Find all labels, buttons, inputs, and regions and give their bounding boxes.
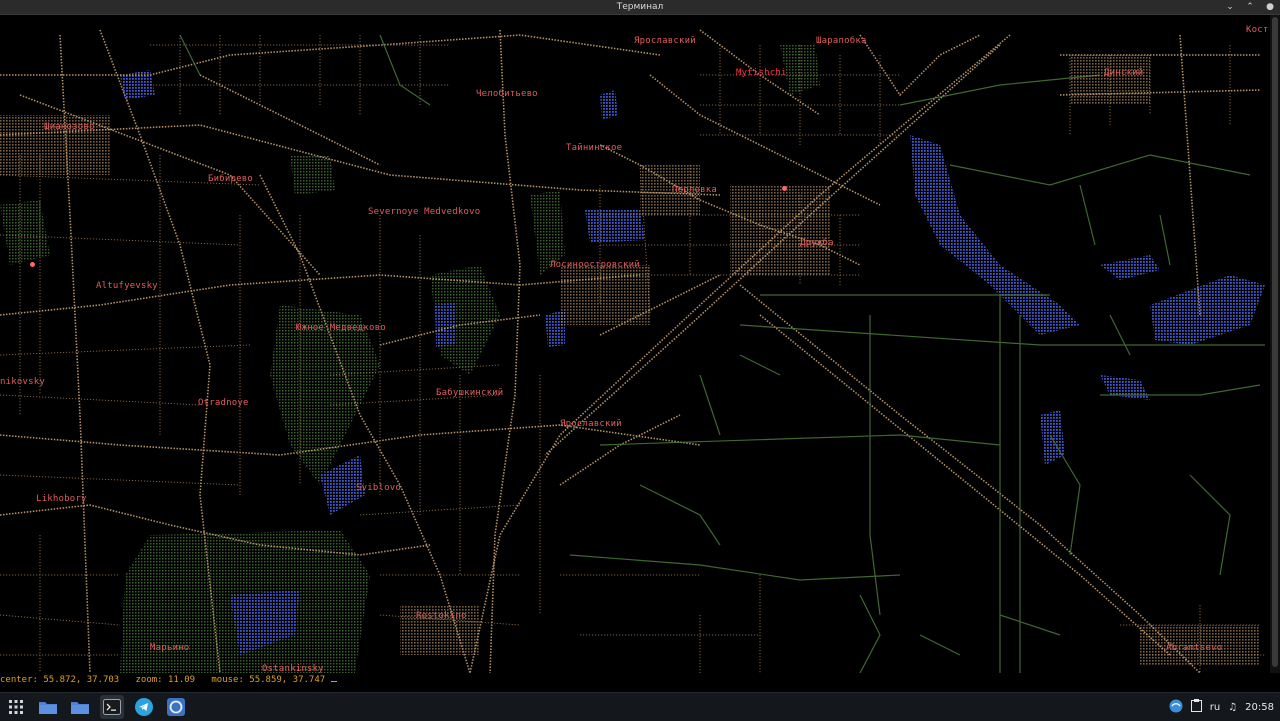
terminal-map-view[interactable] — [0, 15, 1270, 673]
browser-icon[interactable] — [164, 695, 188, 719]
place-label: Sviblovo — [356, 483, 401, 493]
place-label: Ostankinsky — [262, 664, 324, 674]
mouse-label: mouse: — [211, 675, 244, 685]
minimize-button[interactable]: ⌄ — [1224, 0, 1236, 14]
taskbar: ru ♫ 20:58 — [0, 692, 1280, 721]
folder-icon[interactable] — [36, 695, 60, 719]
place-label: Марьино — [150, 643, 190, 653]
place-label: Rostokino — [416, 611, 467, 621]
place-label: nikovsky — [0, 377, 45, 387]
place-label: Abramtsevo — [1166, 643, 1223, 653]
place-label: Динский — [1104, 68, 1144, 78]
scrollbar-thumb[interactable] — [1272, 17, 1278, 667]
language-indicator[interactable]: ru — [1210, 702, 1220, 713]
window-controls: ⌄ ⌃ ● — [1224, 0, 1276, 14]
place-label: Шарапобка — [816, 36, 867, 46]
zoom-label: zoom: — [135, 675, 163, 685]
place-label: Шианозово — [44, 122, 95, 132]
maximize-button[interactable]: ⌃ — [1244, 0, 1256, 14]
center-label: center: — [0, 675, 38, 685]
folder-icon[interactable] — [68, 695, 92, 719]
park-areas — [0, 43, 820, 673]
place-label: Бабушкинский — [436, 388, 504, 398]
terminal-scrollbar[interactable] — [1270, 15, 1280, 673]
place-label: Лосиноостровский — [550, 260, 640, 270]
place-label: Перловка — [672, 185, 717, 195]
place-label: Likhobory — [36, 494, 87, 504]
terminal-icon[interactable] — [100, 695, 124, 719]
telegram-icon[interactable] — [132, 695, 156, 719]
location-marker — [30, 262, 35, 267]
taskbar-apps — [4, 695, 188, 719]
window-titlebar: Терминал ⌄ ⌃ ● — [0, 0, 1280, 15]
close-button[interactable]: ● — [1264, 0, 1276, 14]
place-label: Severnoye Medvedkovo — [368, 207, 481, 217]
text-cursor — [330, 681, 337, 682]
window-title: Терминал — [616, 2, 664, 12]
center-value: 55.872, 37.703 — [43, 675, 120, 685]
place-label: Ярославский — [634, 36, 696, 46]
clock[interactable]: 20:58 — [1245, 702, 1274, 713]
music-note-icon[interactable]: ♫ — [1228, 702, 1237, 713]
system-tray: ru ♫ 20:58 — [1169, 693, 1274, 721]
place-label: Бибирево — [208, 174, 253, 184]
place-label: Altufyevsky — [96, 281, 158, 291]
network-icon[interactable] — [1169, 699, 1183, 716]
place-label: Южное Медведково — [296, 323, 386, 333]
status-line: center: 55.872, 37.703 zoom: 11.09 mouse… — [0, 674, 1280, 686]
mouse-value: 55.859, 37.747 — [249, 675, 326, 685]
place-label: Mytishchi — [736, 68, 787, 78]
clipboard-icon[interactable] — [1190, 699, 1202, 715]
location-marker — [782, 186, 787, 191]
place-label: Дружба — [800, 238, 834, 248]
apps-grid-icon[interactable] — [4, 695, 28, 719]
ascii-map-canvas[interactable] — [0, 15, 1270, 673]
zoom-value: 11.09 — [168, 675, 196, 685]
place-label: Otradnoye — [198, 398, 249, 408]
place-label: Тайнинское — [566, 143, 623, 153]
place-label: Кост — [1246, 25, 1269, 35]
place-label: Ярославский — [560, 419, 622, 429]
place-label: Челобитьево — [476, 89, 538, 99]
